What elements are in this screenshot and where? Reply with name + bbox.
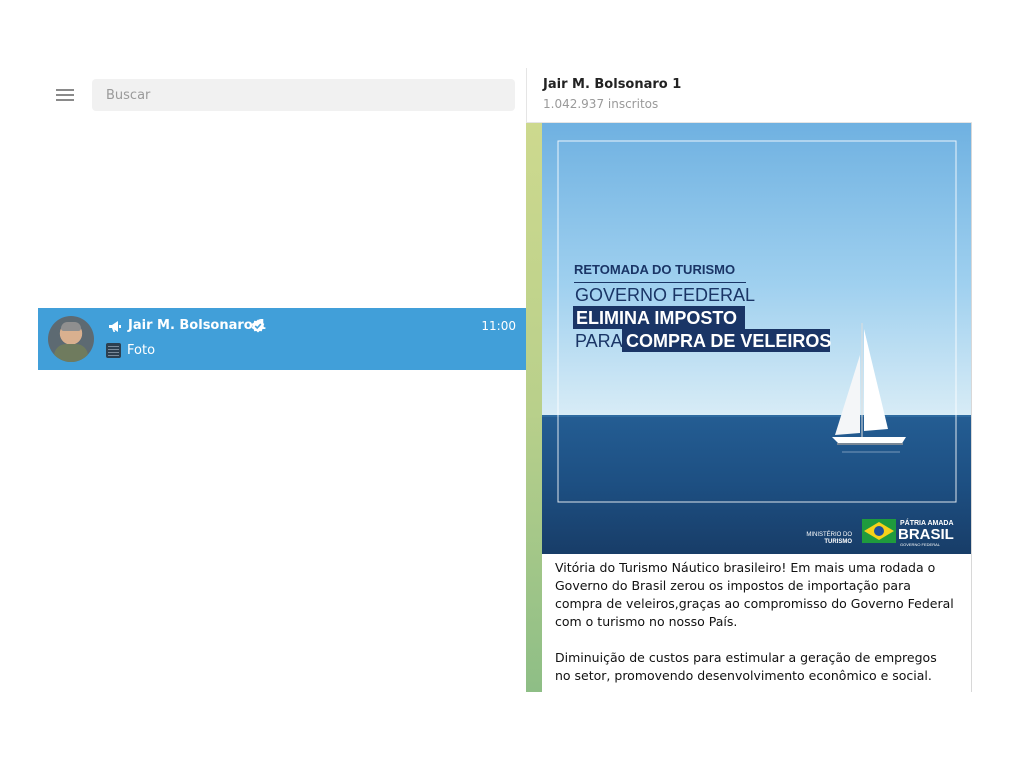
brazil-flag-icon [862,519,896,543]
logo-line2: BRASIL [898,526,954,543]
headline-line3: ELIMINA IMPOSTO [576,308,737,328]
chat-name: Jair M. Bolsonaro 1 [128,318,267,333]
megaphone-icon [109,321,121,332]
chat-time: 11:00 [481,319,516,333]
photo-icon [106,343,121,358]
message-bubble: RETOMADA DO TURISMO GOVERNO FEDERAL ELIM… [542,123,972,692]
channel-subscribers: 1.042.937 inscritos [543,97,659,111]
message-photo[interactable]: RETOMADA DO TURISMO GOVERNO FEDERAL ELIM… [542,123,971,554]
headline-line4b: COMPRA DE VELEIROS [626,331,831,351]
ministry-line2: TURISMO [824,539,852,545]
chat-background [526,123,542,692]
menu-icon[interactable] [53,85,77,105]
headline-line4a: PARA [575,331,623,351]
headline-line2: GOVERNO FEDERAL [575,285,755,305]
search-input[interactable] [92,79,515,111]
verified-icon [251,319,265,333]
chat-preview: Foto [127,343,156,358]
logo-line3: GOVERNO FEDERAL [900,542,941,547]
avatar [48,316,94,362]
channel-title[interactable]: Jair M. Bolsonaro 1 [543,77,681,92]
chat-item-jair-bolsonaro[interactable]: Jair M. Bolsonaro 1 11:00 Foto [38,308,526,370]
message-paragraph-1: Vitória do Turismo Náutico brasileiro! E… [555,560,954,629]
chat-view-panel: Jair M. Bolsonaro 1 1.042.937 inscritos [526,68,972,692]
headline-line1: RETOMADA DO TURISMO [574,262,735,277]
message-paragraph-2: Diminuição de custos para estimular a ge… [555,650,937,683]
message-text: Vitória do Turismo Náutico brasileiro! E… [555,559,955,692]
ministry-line1: MINISTÉRIO DO [806,531,852,538]
chat-list-panel: Jair M. Bolsonaro 1 11:00 Foto [38,68,526,692]
